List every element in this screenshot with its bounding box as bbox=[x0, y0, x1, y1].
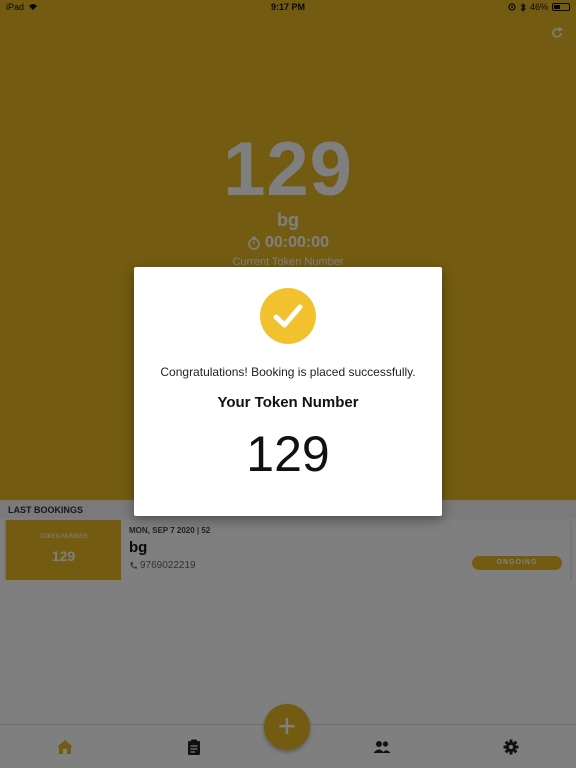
success-check-icon bbox=[260, 288, 316, 344]
token-title: Your Token Number bbox=[217, 394, 359, 411]
token-number: 129 bbox=[246, 426, 330, 482]
success-message: Congratulations! Booking is placed succe… bbox=[160, 365, 416, 379]
booking-success-dialog: Congratulations! Booking is placed succe… bbox=[134, 267, 442, 516]
